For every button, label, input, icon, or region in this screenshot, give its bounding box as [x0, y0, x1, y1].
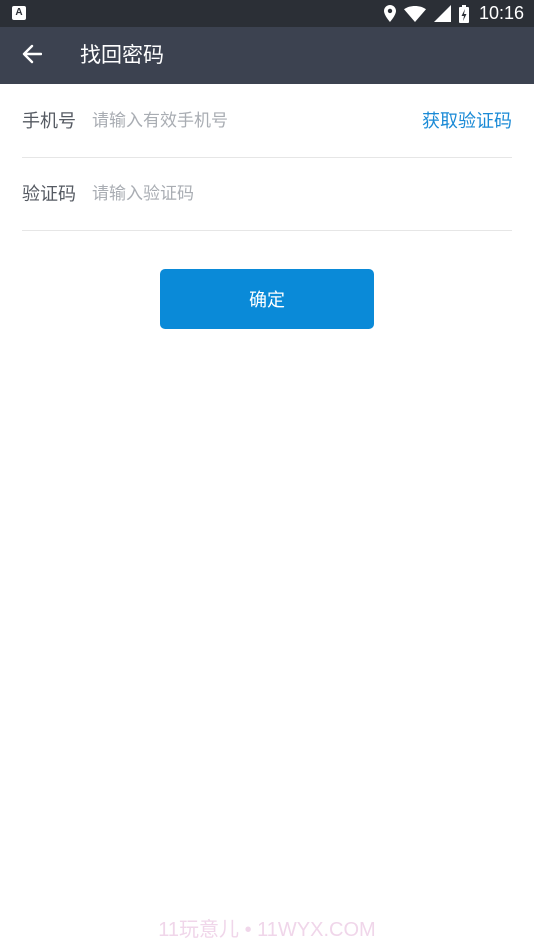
confirm-button[interactable]: 确定	[160, 269, 374, 329]
battery-charging-icon	[458, 4, 469, 23]
code-input[interactable]	[92, 176, 502, 212]
wifi-icon	[403, 5, 426, 22]
status-time: 10:16	[478, 3, 524, 23]
code-label: 验证码	[22, 184, 76, 205]
location-icon	[383, 5, 396, 22]
phone-label: 手机号	[22, 111, 76, 132]
status-icons: 10:16	[383, 0, 524, 27]
code-row: 验证码	[22, 158, 512, 231]
page-title: 找回密码	[80, 43, 164, 67]
arrow-left-icon	[22, 44, 43, 68]
app-bar: 找回密码	[0, 27, 534, 84]
get-code-button[interactable]: 获取验证码	[422, 85, 512, 158]
signal-icon	[433, 5, 451, 22]
back-button[interactable]	[12, 36, 52, 76]
status-bar: A 10:16	[0, 0, 534, 27]
phone-input[interactable]	[92, 103, 402, 139]
watermark: 11玩意儿 • 11WYX.COM	[158, 919, 376, 941]
notification-app-icon: A	[12, 6, 26, 20]
phone-row: 手机号 获取验证码	[22, 85, 512, 158]
